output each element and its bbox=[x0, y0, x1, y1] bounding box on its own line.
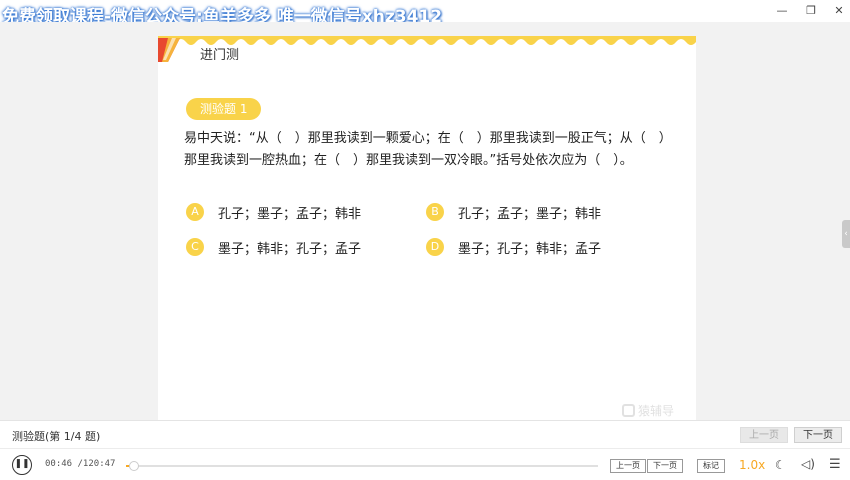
option-letter: A bbox=[186, 203, 204, 221]
volume-icon[interactable]: ◁) bbox=[801, 457, 815, 471]
option-text: 孔子；墨子；孟子；韩非 bbox=[218, 206, 362, 222]
total-time: /120:47 bbox=[77, 459, 116, 469]
minimize-icon[interactable]: — bbox=[774, 3, 790, 19]
next-question-button[interactable]: 下一页 bbox=[794, 427, 842, 443]
mark-button[interactable]: 标记 bbox=[697, 459, 725, 473]
quiz-card: 进门测 测验题 1 易中天说：“从（ ）那里我读到一颗爱心；在（ ）那里我读到一… bbox=[158, 36, 696, 420]
speed-button[interactable]: 1.0x bbox=[739, 458, 765, 472]
option-letter: B bbox=[426, 203, 444, 221]
close-icon[interactable]: ✕ bbox=[831, 3, 847, 19]
maximize-icon[interactable]: ❐ bbox=[803, 3, 819, 19]
question-text: 易中天说：“从（ ）那里我读到一颗爱心；在（ ）那里我读到一股正气；从（ ）那里… bbox=[184, 131, 672, 168]
ribbon-icon bbox=[158, 38, 180, 62]
question-badge: 测验题 1 bbox=[186, 98, 262, 120]
logo-icon bbox=[622, 404, 635, 417]
question-bar: 测验题(第 1/4 题) 上一页 下一页 bbox=[0, 420, 850, 448]
title-bar: 免费领取课程-微信公众号:鱼羊多多 唯一微信号xhz3412 — ❐ ✕ bbox=[0, 0, 850, 27]
current-time: 00:46 bbox=[45, 459, 73, 469]
option-letter: D bbox=[426, 238, 444, 256]
prev-page-button[interactable]: 上一页 bbox=[610, 459, 646, 473]
next-page-button[interactable]: 下一页 bbox=[647, 459, 683, 473]
progress-knob[interactable] bbox=[129, 461, 139, 471]
progress-track[interactable] bbox=[126, 461, 598, 471]
content-stage: 进门测 测验题 1 易中天说：“从（ ）那里我读到一颗爱心；在（ ）那里我读到一… bbox=[0, 22, 850, 420]
option-text: 墨子；韩非；孔子；孟子 bbox=[218, 241, 362, 257]
option-d[interactable]: D 墨子；孔子；韩非；孟子 bbox=[426, 237, 601, 257]
side-collapse-handle[interactable]: ‹ bbox=[842, 220, 850, 248]
option-letter: C bbox=[186, 238, 204, 256]
option-c[interactable]: C 墨子；韩非；孔子；孟子 bbox=[186, 237, 361, 257]
question-counter: 测验题(第 1/4 题) bbox=[12, 430, 101, 443]
moon-icon[interactable]: ☾ bbox=[775, 458, 786, 472]
pause-icon[interactable]: ❚❚ bbox=[12, 455, 32, 475]
time-display: 00:46 /120:47 bbox=[45, 459, 115, 469]
logo-text: 猿辅导 bbox=[638, 404, 675, 418]
option-text: 孔子；孟子；墨子；韩非 bbox=[458, 206, 602, 222]
player-bar: ❚❚ 00:46 /120:47 上一页 下一页 标记 1.0x ☾ ◁) ☰ bbox=[0, 448, 850, 480]
option-text: 墨子；孔子；韩非；孟子 bbox=[458, 241, 602, 257]
option-a[interactable]: A 孔子；墨子；孟子；韩非 bbox=[186, 202, 361, 222]
menu-icon[interactable]: ☰ bbox=[829, 457, 841, 472]
page-title: 进门测 bbox=[200, 48, 240, 63]
logo-watermark: 猿辅导 bbox=[622, 402, 674, 419]
option-b[interactable]: B 孔子；孟子；墨子；韩非 bbox=[426, 202, 601, 222]
prev-question-button[interactable]: 上一页 bbox=[740, 427, 788, 443]
